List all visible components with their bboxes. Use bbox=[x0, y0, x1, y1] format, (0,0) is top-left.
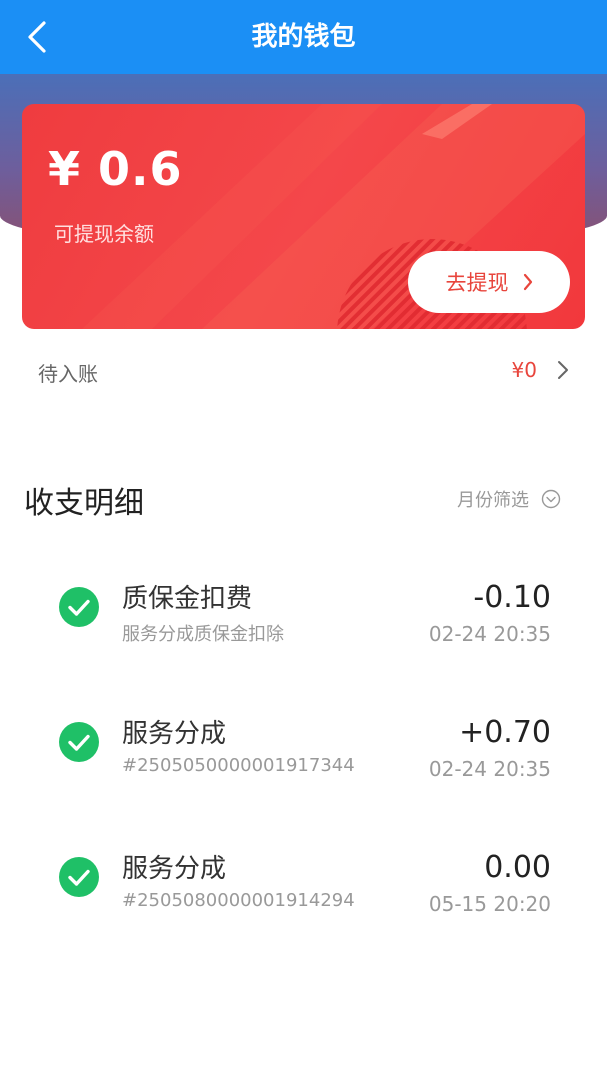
details-title: 收支明细 bbox=[24, 486, 144, 521]
transaction-amount: -0.10 bbox=[473, 580, 551, 615]
check-circle-icon bbox=[59, 587, 99, 627]
check-circle-icon bbox=[59, 857, 99, 897]
pending-row[interactable]: 待入账 ¥0 bbox=[0, 350, 607, 394]
transaction-amount: +0.70 bbox=[459, 715, 551, 750]
withdraw-button[interactable]: 去提现 bbox=[408, 251, 570, 313]
transaction-title: 服务分成 bbox=[122, 719, 227, 749]
chevron-right-icon bbox=[558, 361, 568, 379]
page-title: 我的钱包 bbox=[251, 22, 356, 52]
wallet-page: 我的钱包 ¥ 0.6 可提现余额 去提现 待入账 ¥0 收支明细 月份筛选 质保… bbox=[0, 0, 607, 1080]
withdraw-label: 去提现 bbox=[445, 271, 509, 295]
balance-amount: ¥ 0.6 bbox=[48, 142, 183, 196]
transaction-title: 服务分成 bbox=[122, 854, 227, 884]
pending-value: ¥0 bbox=[511, 358, 537, 382]
transaction-item[interactable]: 服务分成 #2505050000001917344 +0.70 02-24 20… bbox=[0, 713, 607, 803]
transaction-amount: 0.00 bbox=[484, 850, 551, 885]
transaction-subtitle: #2505050000001917344 bbox=[122, 755, 355, 776]
filter-label: 月份筛选 bbox=[457, 490, 529, 511]
transaction-subtitle: #2505080000001914294 bbox=[122, 890, 355, 911]
transaction-item[interactable]: 服务分成 #2505080000001914294 0.00 05-15 20:… bbox=[0, 848, 607, 938]
check-circle-icon bbox=[59, 722, 99, 762]
transaction-time: 02-24 20:35 bbox=[428, 622, 551, 646]
chevron-down-circle-icon bbox=[541, 489, 561, 509]
balance-card: ¥ 0.6 可提现余额 去提现 bbox=[22, 104, 585, 329]
transaction-subtitle: 服务分成质保金扣除 bbox=[122, 624, 284, 645]
app-header: 我的钱包 bbox=[0, 0, 607, 74]
transaction-item[interactable]: 质保金扣费 服务分成质保金扣除 -0.10 02-24 20:35 bbox=[0, 578, 607, 668]
balance-label: 可提现余额 bbox=[54, 222, 154, 246]
month-filter[interactable]: 月份筛选 bbox=[457, 486, 561, 512]
transaction-title: 质保金扣费 bbox=[122, 584, 253, 614]
pending-label: 待入账 bbox=[38, 362, 98, 386]
chevron-right-icon bbox=[523, 273, 532, 291]
transaction-time: 05-15 20:20 bbox=[428, 892, 551, 916]
transaction-time: 02-24 20:35 bbox=[428, 757, 551, 781]
